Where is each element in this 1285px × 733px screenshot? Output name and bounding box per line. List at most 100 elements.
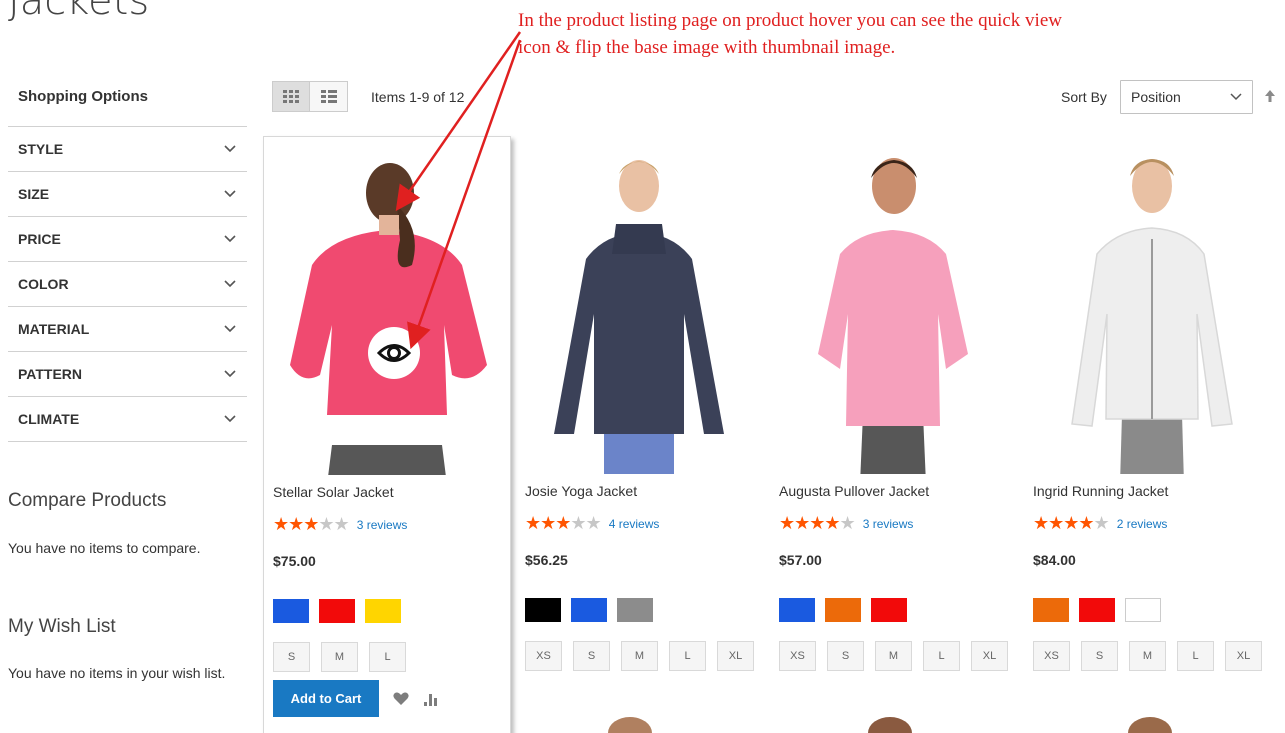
reviews-link[interactable]: 2 reviews [1117,517,1168,531]
filter-label: PRICE [18,231,61,247]
size-option[interactable]: M [321,642,358,672]
color-swatches [779,598,907,622]
color-swatch-gray[interactable] [617,598,653,622]
product-price: $84.00 [1033,552,1076,568]
filter-pattern[interactable]: PATTERN [8,352,247,397]
color-swatch-orange[interactable] [1033,598,1069,622]
color-swatch-black[interactable] [525,598,561,622]
annotation-text: In the product listing page on product h… [518,7,1138,61]
product-name[interactable]: Josie Yoga Jacket [525,483,637,499]
size-option[interactable]: L [669,641,706,671]
size-option[interactable]: XS [779,641,816,671]
color-swatch-blue[interactable] [273,599,309,623]
filter-material[interactable]: MATERIAL [8,307,247,352]
sort-select[interactable]: Position [1120,80,1253,114]
compare-products-text: You have no items to compare. [8,540,201,556]
list-view-button[interactable] [310,81,348,112]
product-photo [524,144,754,474]
filter-label: MATERIAL [18,321,90,337]
next-row-product-image [608,717,652,733]
product-name[interactable]: Stellar Solar Jacket [273,484,394,500]
filter-label: CLIMATE [18,411,80,427]
size-swatches: XS S M L XL [525,641,754,671]
product-card-stellar-solar[interactable]: Stellar Solar Jacket ★★★★★ 3 reviews $75… [263,136,511,733]
wishlist-title: My Wish List [8,616,116,637]
product-photo-back [272,145,502,475]
product-image[interactable] [272,145,502,475]
grid-icon [283,89,299,103]
add-to-cart-button[interactable]: Add to Cart [273,680,379,717]
filter-color[interactable]: COLOR [8,262,247,307]
product-image[interactable] [524,144,754,474]
size-swatches: XS S M L XL [1033,641,1262,671]
product-card-ingrid-running[interactable]: Ingrid Running Jacket ★★★★★ 2 reviews $8… [1024,136,1272,733]
size-option[interactable]: S [573,641,610,671]
size-option[interactable]: XL [1225,641,1262,671]
size-option[interactable]: M [875,641,912,671]
filter-style[interactable]: STYLE [8,127,247,172]
size-option[interactable]: XL [971,641,1008,671]
size-option[interactable]: L [369,642,406,672]
star-rating: ★★★★★ [525,513,602,533]
chevron-down-icon [1230,93,1242,101]
product-card-josie-yoga[interactable]: Josie Yoga Jacket ★★★★★ 4 reviews $56.25… [516,136,764,733]
reviews-link[interactable]: 3 reviews [863,517,914,531]
product-photo [1032,144,1262,474]
page-title: Jackets [8,0,150,24]
product-rating: ★★★★★ 3 reviews [779,513,913,534]
reviews-link[interactable]: 4 reviews [609,517,660,531]
size-option[interactable]: S [827,641,864,671]
chevron-down-icon [224,190,236,198]
size-option[interactable]: S [1081,641,1118,671]
view-mode-switcher [272,81,348,112]
product-rating: ★★★★★ 3 reviews [273,514,407,535]
color-swatches [1033,598,1161,622]
color-swatches [525,598,653,622]
product-rating: ★★★★★ 2 reviews [1033,513,1167,534]
size-option[interactable]: L [923,641,960,671]
grid-view-button[interactable] [272,81,310,112]
reviews-link[interactable]: 3 reviews [357,518,408,532]
product-name[interactable]: Augusta Pullover Jacket [779,483,929,499]
filter-price[interactable]: PRICE [8,217,247,262]
product-image[interactable] [778,144,1008,474]
product-actions: Add to Cart [273,680,439,717]
color-swatch-blue[interactable] [571,598,607,622]
compare-icon[interactable] [423,692,439,706]
chevron-down-icon [224,415,236,423]
filter-climate[interactable]: CLIMATE [8,397,247,442]
product-card-augusta-pullover[interactable]: Augusta Pullover Jacket ★★★★★ 3 reviews … [770,136,1018,733]
color-swatch-red[interactable] [319,599,355,623]
next-row-product-image [868,717,912,733]
filter-label: STYLE [18,141,64,157]
color-swatch-orange[interactable] [825,598,861,622]
size-option[interactable]: S [273,642,310,672]
product-price: $57.00 [779,552,822,568]
color-swatch-red[interactable] [1079,598,1115,622]
size-swatches: S M L [273,642,406,672]
list-icon [320,89,337,103]
size-option[interactable]: M [1129,641,1166,671]
sort-direction-button[interactable] [1264,89,1276,108]
size-option[interactable]: XS [1033,641,1070,671]
size-option[interactable]: M [621,641,658,671]
size-option[interactable]: L [1177,641,1214,671]
size-option[interactable]: XS [525,641,562,671]
items-count: Items 1-9 of 12 [371,89,465,105]
size-option[interactable]: XL [717,641,754,671]
product-name[interactable]: Ingrid Running Jacket [1033,483,1168,499]
product-photo [778,144,1008,474]
star-rating: ★★★★★ [273,514,350,534]
heart-icon[interactable] [393,692,409,706]
color-swatch-red[interactable] [871,598,907,622]
annotation-line-2: icon & flip the base image with thumbnai… [518,37,896,58]
color-swatch-white[interactable] [1125,598,1161,622]
chevron-down-icon [224,325,236,333]
product-image[interactable] [1032,144,1262,474]
color-swatch-blue[interactable] [779,598,815,622]
size-swatches: XS S M L XL [779,641,1008,671]
quick-view-button[interactable] [368,327,420,379]
color-swatch-yellow[interactable] [365,599,401,623]
filter-size[interactable]: SIZE [8,172,247,217]
wishlist-text: You have no items in your wish list. [8,665,226,681]
